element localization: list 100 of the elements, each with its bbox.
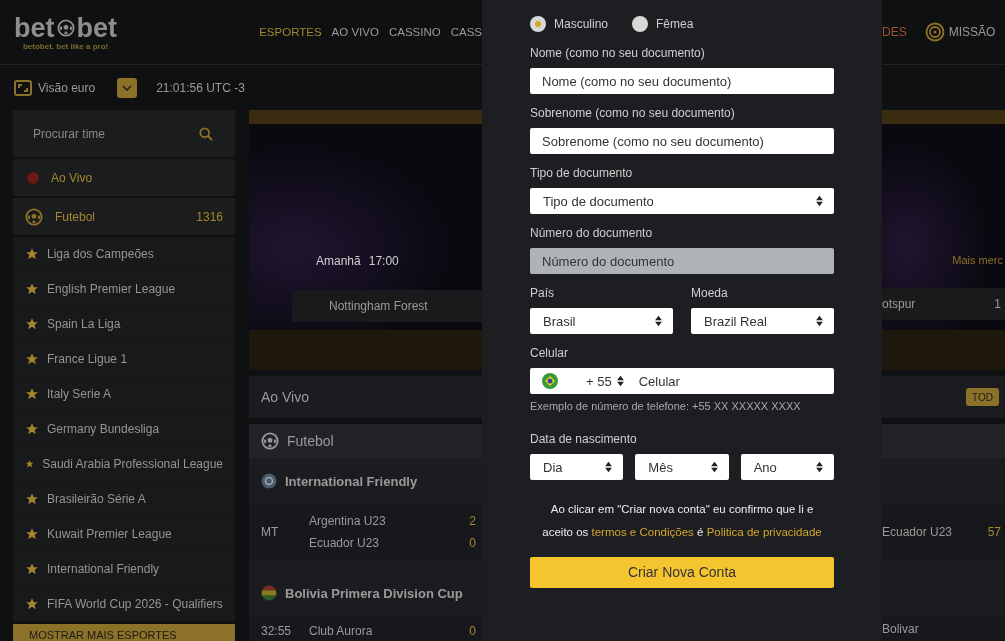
sort-arrows-icon bbox=[654, 315, 663, 327]
field-label: Nome (como no seu documento) bbox=[530, 46, 706, 60]
date-select[interactable]: Ano bbox=[740, 454, 834, 480]
match-banner[interactable]: Mais merc otspur 1 bbox=[882, 110, 1005, 370]
league-item[interactable]: English Premier League bbox=[13, 272, 235, 307]
gender-radio[interactable]: Fêmea bbox=[632, 16, 694, 32]
sport-title: Futebol bbox=[287, 433, 334, 449]
league-name: FIFA World Cup 2026 - Qualifiers bbox=[47, 597, 223, 611]
league-item[interactable]: International Friendly bbox=[13, 552, 235, 587]
more-markets-link[interactable]: Mais merc bbox=[952, 254, 1003, 266]
league-item[interactable]: Saudi Arabia Professional League bbox=[13, 447, 235, 482]
league-name: France Ligue 1 bbox=[47, 352, 128, 366]
team-name: Bolivar bbox=[882, 622, 919, 636]
nav-link[interactable]: MISSÃO bbox=[924, 22, 996, 42]
show-more-sports-button[interactable]: MOSTRAR MAIS ESPORTES bbox=[13, 624, 235, 641]
star-icon bbox=[25, 352, 39, 366]
search-icon bbox=[199, 127, 213, 141]
privacy-link[interactable]: Politica de privacidade bbox=[706, 526, 822, 538]
competition-name: International Friendly bbox=[285, 473, 418, 489]
star-icon bbox=[25, 597, 39, 611]
match-row[interactable]: Ecuador U23 57 bbox=[882, 504, 1005, 570]
match-time: 17:00 bbox=[368, 254, 399, 268]
all-button[interactable]: TOD bbox=[966, 388, 999, 406]
flag-icon bbox=[542, 373, 558, 389]
dropdown-button[interactable] bbox=[117, 77, 138, 98]
league-item[interactable]: FIFA World Cup 2026 - Qualifiers bbox=[13, 587, 235, 622]
match-day: Amanhã bbox=[316, 254, 361, 268]
score: 2 bbox=[469, 514, 476, 528]
league-item[interactable]: Germany Bundesliga bbox=[13, 412, 235, 447]
star-icon bbox=[25, 282, 39, 296]
sort-arrows-icon bbox=[815, 195, 824, 207]
away-team-name: otspur bbox=[882, 297, 916, 311]
league-name: Spain La Liga bbox=[47, 317, 121, 331]
terms-link[interactable]: termos e Condições bbox=[591, 526, 694, 538]
star-icon bbox=[25, 527, 39, 541]
match-banner[interactable]: Amanhã 17:00 Nottingham Forest bbox=[249, 110, 482, 370]
field-label: Moeda bbox=[691, 286, 729, 300]
phone-hint: Exemplo de número de telefone: +55 XX XXXXX XXXX bbox=[530, 400, 802, 412]
flag-icon bbox=[261, 585, 277, 601]
league-item[interactable]: Liga dos Campeões bbox=[13, 237, 235, 272]
nav-link[interactable]: CASS bbox=[450, 26, 482, 38]
section-title: Ao Vivo bbox=[261, 389, 309, 405]
date-select[interactable]: Dia bbox=[530, 454, 624, 480]
star-icon bbox=[25, 387, 39, 401]
sort-arrows-icon bbox=[709, 461, 719, 473]
sport-menu-item[interactable]: Futebol 1316 bbox=[13, 198, 235, 237]
nav-link[interactable]: ESPORTES bbox=[259, 26, 322, 38]
field-label: Data de nascimento bbox=[530, 432, 638, 446]
star-icon bbox=[25, 422, 39, 436]
phone-field[interactable]: + 55 Celular bbox=[530, 368, 834, 394]
odds-value: 1 bbox=[994, 297, 1001, 311]
league-name: Brasileirão Série A bbox=[47, 492, 146, 506]
match-row[interactable]: Bolivar bbox=[882, 616, 1005, 641]
league-item[interactable]: Brasileirão Série A bbox=[13, 482, 235, 517]
league-name: Italy Serie A bbox=[47, 387, 112, 401]
home-team-name: Nottingham Forest bbox=[292, 290, 482, 322]
team-name: Ecuador U23 bbox=[882, 525, 953, 539]
clock-text: 21:01:56 UTC -3 bbox=[156, 80, 245, 95]
view-icon[interactable] bbox=[14, 79, 32, 96]
target-icon bbox=[924, 22, 945, 42]
team-name: Club Aurora bbox=[309, 624, 374, 638]
nav-link[interactable]: DES bbox=[882, 25, 907, 39]
sort-arrows-icon bbox=[815, 315, 824, 327]
date-select[interactable]: Mês bbox=[635, 454, 729, 480]
nav-link[interactable]: CASSINO bbox=[388, 26, 441, 38]
league-name: Liga dos Campeões bbox=[47, 247, 154, 261]
league-name: Kuwait Premier League bbox=[47, 527, 172, 541]
league-item[interactable]: France Ligue 1 bbox=[13, 342, 235, 377]
score: 0 bbox=[469, 536, 476, 550]
league-name: Saudi Arabia Professional League bbox=[42, 457, 223, 471]
star-icon bbox=[25, 492, 39, 506]
league-item[interactable]: Spain La Liga bbox=[13, 307, 235, 342]
live-dot-icon bbox=[27, 171, 39, 184]
league-name: International Friendly bbox=[47, 562, 160, 576]
sport-label: Futebol bbox=[55, 209, 96, 224]
live-menu-item[interactable]: Ao Vivo bbox=[13, 159, 235, 198]
field-label: Celular bbox=[530, 346, 569, 360]
league-name: English Premier League bbox=[47, 282, 176, 296]
team-search-field[interactable]: Procurar time bbox=[13, 110, 235, 157]
star-icon bbox=[25, 562, 39, 576]
match-clock: 32:55 bbox=[260, 624, 293, 638]
team-name: Argentina U23 bbox=[309, 514, 387, 528]
field-label: Número do documento bbox=[530, 226, 654, 240]
select-field[interactable]: Brasil bbox=[530, 308, 673, 334]
select-field[interactable]: Tipo de documento bbox=[530, 188, 834, 214]
odds-value: 57 bbox=[987, 525, 1001, 539]
view-label: Visão euro bbox=[38, 80, 96, 95]
terms-text: Ao clicar em "Criar nova conta" eu confirmo que li e aceito os termos e Condições é Politica de privacidade bbox=[541, 502, 823, 540]
select-field[interactable]: Brazil Real bbox=[691, 308, 834, 334]
gender-radio[interactable]: Masculino bbox=[530, 16, 609, 32]
input-field[interactable]: Nome (como no seu documento) bbox=[530, 68, 834, 94]
field-label: País bbox=[530, 286, 555, 300]
match-clock: MT bbox=[260, 525, 280, 539]
input-field[interactable]: Sobrenome (como no seu documento) bbox=[530, 128, 834, 154]
league-item[interactable]: Italy Serie A bbox=[13, 377, 235, 412]
site-logo[interactable]: bet bet betobet. bet like a pro! bbox=[10, 13, 122, 51]
create-account-button[interactable]: Criar Nova Conta bbox=[530, 556, 834, 588]
score: 0 bbox=[469, 624, 476, 638]
league-item[interactable]: Kuwait Premier League bbox=[13, 517, 235, 552]
nav-link[interactable]: AO VIVO bbox=[331, 26, 379, 38]
